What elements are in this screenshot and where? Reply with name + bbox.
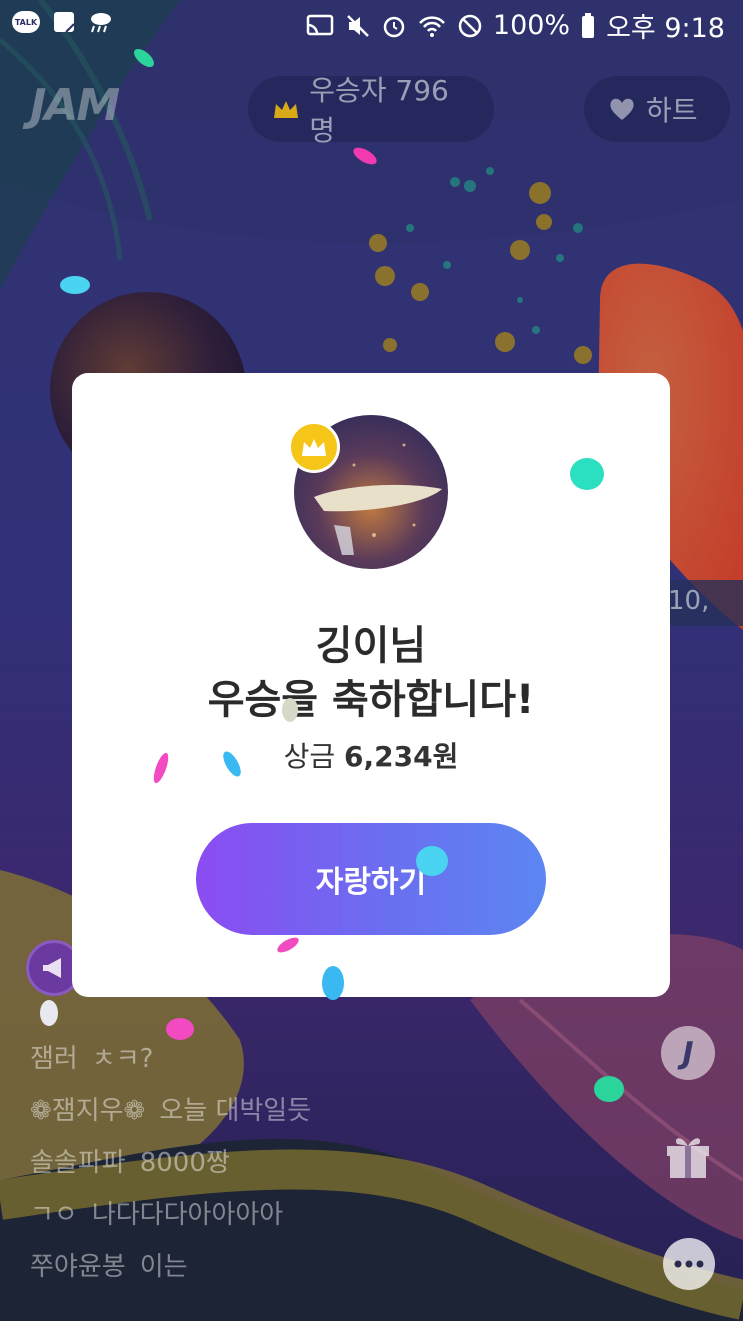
chat-user: 잼러 <box>30 1043 78 1074</box>
share-brag-button[interactable]: 자랑하기 <box>196 823 546 935</box>
jam-logo: JAM <box>30 80 120 131</box>
prize-amount: 6,234원 <box>344 740 459 773</box>
chat-text: 나다다다아아아아 <box>91 1199 284 1230</box>
chat-message: ㄱㅇ 나다다다아아아아 <box>30 1186 311 1238</box>
chat-message: 잼러 ㅊㅋ? <box>30 1030 311 1082</box>
confetti-piece <box>594 1076 624 1102</box>
confetti-piece <box>322 966 344 1000</box>
partial-counter-text: 10, <box>668 586 710 616</box>
winners-label: 우승자 796명 <box>309 74 449 147</box>
note-icon <box>54 12 75 33</box>
chat-user: 솔솔파파 <box>30 1147 126 1178</box>
j-icon: J <box>682 1035 694 1071</box>
status-bar: TALK 100% 오후 9:18 <box>0 0 743 50</box>
confetti-piece <box>416 846 448 876</box>
chat-bubble-icon <box>674 1260 704 1268</box>
chat-text: 이는 <box>139 1251 188 1282</box>
heart-button[interactable]: 하트 <box>584 76 730 142</box>
winner-name: 깅이님 <box>315 623 427 669</box>
congrats-message: 우승을 축하합니다! <box>207 677 535 723</box>
wifi-icon <box>418 15 445 37</box>
heart-label: 하트 <box>646 94 698 127</box>
confetti-piece <box>282 698 298 722</box>
heart-icon <box>610 98 634 120</box>
winner-crown-badge <box>288 421 340 473</box>
chat-user: ❁잼지우❁ <box>30 1095 146 1126</box>
chat-button[interactable] <box>663 1238 715 1290</box>
confetti-piece <box>570 458 604 490</box>
kakaotalk-icon: TALK <box>12 11 40 33</box>
mute-icon <box>347 14 369 37</box>
confetti-piece <box>166 1018 194 1040</box>
blocked-icon <box>458 14 482 37</box>
crown-icon <box>274 101 298 118</box>
prize-label: 상금 <box>283 740 336 773</box>
chat-text: 오늘 대박일듯 <box>159 1095 312 1126</box>
jam-j-button[interactable]: J <box>661 1026 715 1080</box>
confetti-piece <box>60 276 90 294</box>
battery-icon <box>582 12 595 38</box>
rain-weather-icon <box>91 13 111 33</box>
chat-message: 쭈야윤봉 이는 <box>30 1238 311 1290</box>
alarm-icon <box>383 16 405 37</box>
chat-message: 솔솔파파 8000짱 <box>30 1134 311 1186</box>
cast-icon <box>306 14 334 35</box>
battery-percent: 100% <box>492 10 571 41</box>
clock-time: 오후 9:18 <box>606 13 725 44</box>
winners-count-button[interactable]: 우승자 796명 <box>248 74 494 147</box>
gift-icon <box>667 1138 709 1178</box>
chat-message: ❁잼지우❁ 오늘 대박일듯 <box>30 1082 311 1134</box>
chat-list: 잼러 ㅊㅋ? ❁잼지우❁ 오늘 대박일듯 솔솔파파 8000짱 ㄱㅇ 나다다다아아아아 … <box>30 1030 311 1290</box>
megaphone-icon <box>43 958 61 978</box>
chat-text: 8000짱 <box>139 1147 230 1178</box>
chat-text: ㅊㅋ? <box>91 1043 154 1074</box>
chat-user: 쭈야윤봉 <box>30 1251 126 1282</box>
chat-user: ㄱㅇ <box>30 1199 78 1230</box>
confetti-piece <box>40 1000 58 1026</box>
gift-button[interactable] <box>661 1128 715 1182</box>
crown-icon <box>302 439 326 456</box>
